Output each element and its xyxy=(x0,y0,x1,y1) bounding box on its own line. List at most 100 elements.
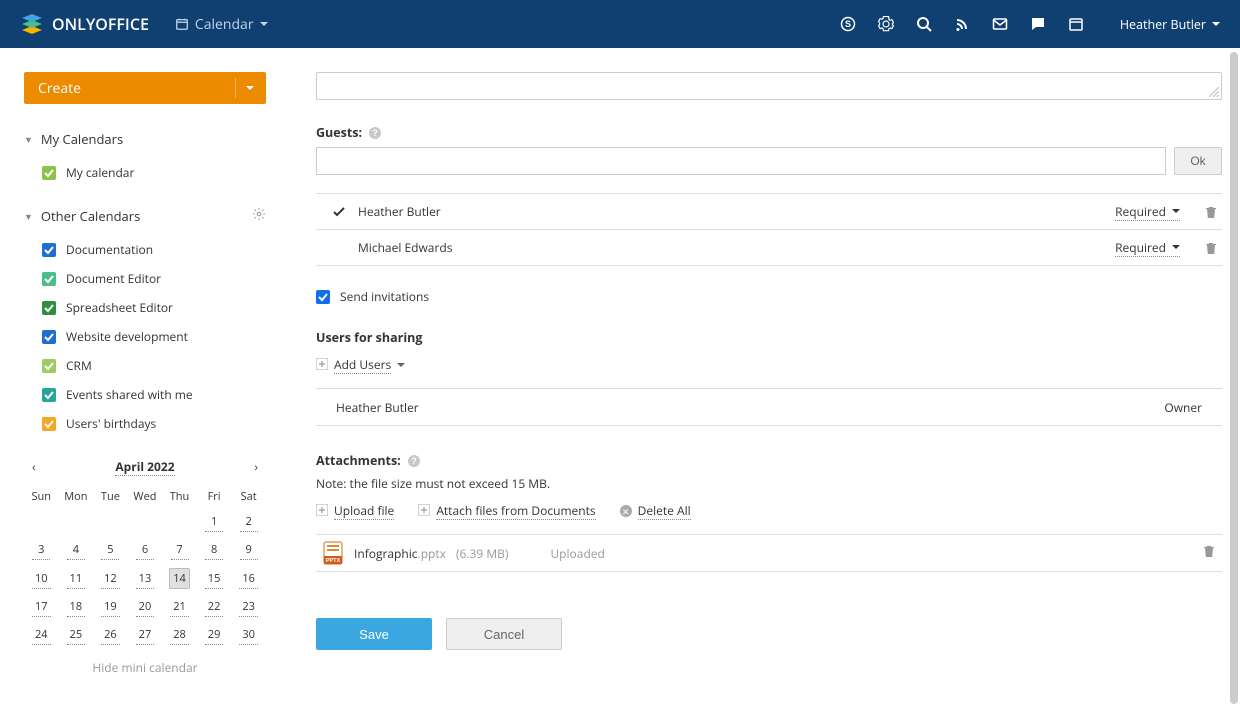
feed-icon[interactable] xyxy=(954,16,970,32)
checkbox-checked-icon[interactable] xyxy=(316,290,330,304)
guests-input[interactable] xyxy=(316,147,1166,175)
sidebar-item[interactable]: CRM xyxy=(24,351,266,380)
mini-cal-day[interactable]: 18 xyxy=(67,597,86,617)
create-button[interactable]: Create xyxy=(24,72,266,104)
sidebar-item[interactable]: Website development xyxy=(24,322,266,351)
checkbox-icon[interactable] xyxy=(42,359,56,373)
sidebar-item-label: Spreadsheet Editor xyxy=(66,299,173,316)
svg-text:PPTX: PPTX xyxy=(326,558,341,564)
mini-cal-day[interactable]: 21 xyxy=(170,597,189,617)
header-icons: S xyxy=(840,16,1084,32)
mini-cal-day[interactable]: 25 xyxy=(67,625,86,645)
mini-cal-day[interactable]: 19 xyxy=(101,597,120,617)
sidebar-item[interactable]: My calendar xyxy=(24,158,266,187)
mini-cal-day[interactable]: 8 xyxy=(205,540,223,560)
mini-cal-dow: Thu xyxy=(162,485,197,508)
checkbox-icon[interactable] xyxy=(42,166,56,180)
mini-cal-day[interactable]: 20 xyxy=(136,597,155,617)
cancel-button[interactable]: Cancel xyxy=(446,618,562,650)
other-calendars-head[interactable]: ▼ Other Calendars xyxy=(24,203,266,229)
guest-requirement-dropdown[interactable]: Required xyxy=(1115,239,1180,257)
checkbox-icon[interactable] xyxy=(42,272,56,286)
user-name: Heather Butler xyxy=(1120,16,1206,33)
mini-cal-day[interactable]: 7 xyxy=(171,540,189,560)
sidebar-item[interactable]: Document Editor xyxy=(24,264,266,293)
mini-cal-day[interactable]: 5 xyxy=(101,540,119,560)
mini-cal-day[interactable]: 23 xyxy=(239,597,258,617)
send-invitations-row[interactable]: Send invitations xyxy=(316,288,1222,305)
my-calendars-head[interactable]: ▼ My Calendars xyxy=(24,126,266,152)
mini-cal-day[interactable]: 24 xyxy=(32,625,51,645)
sharing-list: Heather ButlerOwner xyxy=(316,388,1222,426)
app-switcher[interactable]: Calendar xyxy=(175,15,268,34)
next-month-button[interactable]: › xyxy=(250,456,262,477)
mini-cal-day[interactable]: 12 xyxy=(101,569,120,589)
add-users-button[interactable]: Add Users xyxy=(316,356,1222,374)
calendar-header-icon[interactable] xyxy=(1068,16,1084,32)
mini-cal-day[interactable]: 10 xyxy=(32,569,51,589)
checkbox-icon[interactable] xyxy=(42,301,56,315)
guest-name: Michael Edwards xyxy=(358,239,1115,256)
upload-file-button[interactable]: Upload file xyxy=(316,502,394,520)
sidebar-item[interactable]: Spreadsheet Editor xyxy=(24,293,266,322)
search-icon[interactable] xyxy=(916,16,932,32)
mini-cal-day[interactable]: 27 xyxy=(136,625,155,645)
mini-cal-day[interactable]: 29 xyxy=(205,625,224,645)
mini-cal-day[interactable]: 11 xyxy=(67,569,86,589)
delete-attachment-button[interactable] xyxy=(1202,544,1216,562)
description-textarea[interactable] xyxy=(316,72,1222,100)
prev-month-button[interactable]: ‹ xyxy=(28,456,40,477)
chat-icon[interactable] xyxy=(1030,16,1046,32)
mini-cal-day[interactable]: 28 xyxy=(170,625,189,645)
mini-cal-day[interactable]: 1 xyxy=(205,512,223,532)
mini-cal-day[interactable]: 15 xyxy=(205,569,224,589)
triangle-down-icon: ▼ xyxy=(24,210,33,223)
checkbox-icon[interactable] xyxy=(42,417,56,431)
gear-icon[interactable] xyxy=(252,207,266,225)
brand-logo[interactable]: ONLYOFFICE xyxy=(20,12,149,36)
checkbox-icon[interactable] xyxy=(42,243,56,257)
help-icon[interactable]: ? xyxy=(407,454,421,468)
present-icon[interactable]: S xyxy=(840,16,856,32)
checkbox-icon[interactable] xyxy=(42,330,56,344)
mini-cal-day[interactable]: 26 xyxy=(101,625,120,645)
checkbox-icon[interactable] xyxy=(42,388,56,402)
user-menu[interactable]: Heather Butler xyxy=(1120,16,1220,33)
mini-cal-day[interactable]: 3 xyxy=(32,540,50,560)
my-calendars-label: My Calendars xyxy=(41,130,123,148)
mini-cal-day[interactable]: 4 xyxy=(67,540,85,560)
attach-from-documents-button[interactable]: Attach files from Documents xyxy=(418,502,595,520)
resize-handle-icon[interactable] xyxy=(1209,87,1219,97)
main-panel: Guests: ? Ok Heather ButlerRequired Mich… xyxy=(284,48,1240,708)
save-button[interactable]: Save xyxy=(316,618,432,650)
mini-cal-day[interactable]: 17 xyxy=(32,597,51,617)
remove-guest-button[interactable] xyxy=(1204,205,1218,219)
mini-cal-dow: Mon xyxy=(59,485,94,508)
hide-mini-cal-link[interactable]: Hide mini calendar xyxy=(24,659,266,676)
mini-cal-day[interactable]: 13 xyxy=(136,569,155,589)
sidebar-item[interactable]: Documentation xyxy=(24,235,266,264)
scrollbar[interactable] xyxy=(1230,52,1238,704)
file-name[interactable]: Infographic.pptx xyxy=(354,545,446,562)
delete-all-button[interactable]: ✕ Delete All xyxy=(620,502,691,520)
guest-requirement-dropdown[interactable]: Required xyxy=(1115,203,1180,221)
mini-cal-title[interactable]: April 2022 xyxy=(115,458,174,476)
help-icon[interactable]: ? xyxy=(368,126,382,140)
mini-cal-day[interactable]: 14 xyxy=(169,568,190,589)
sidebar-item[interactable]: Events shared with me xyxy=(24,380,266,409)
mini-cal-day[interactable]: 9 xyxy=(240,540,258,560)
sharing-label: Users for sharing xyxy=(316,329,1222,346)
mini-cal-day[interactable]: 16 xyxy=(239,569,258,589)
mail-icon[interactable] xyxy=(992,16,1008,32)
guests-label: Guests: ? xyxy=(316,124,1222,141)
gear-icon[interactable] xyxy=(878,16,894,32)
chevron-down-icon xyxy=(1212,22,1220,26)
remove-guest-button[interactable] xyxy=(1204,241,1218,255)
mini-cal-day[interactable]: 6 xyxy=(136,540,154,560)
mini-cal-grid: SunMonTueWedThuFriSat 000001234567891011… xyxy=(24,485,266,649)
mini-cal-day[interactable]: 22 xyxy=(205,597,224,617)
sidebar-item[interactable]: Users' birthdays xyxy=(24,409,266,438)
ok-button[interactable]: Ok xyxy=(1174,147,1222,175)
mini-cal-day[interactable]: 2 xyxy=(240,512,258,532)
mini-cal-day[interactable]: 30 xyxy=(239,625,258,645)
